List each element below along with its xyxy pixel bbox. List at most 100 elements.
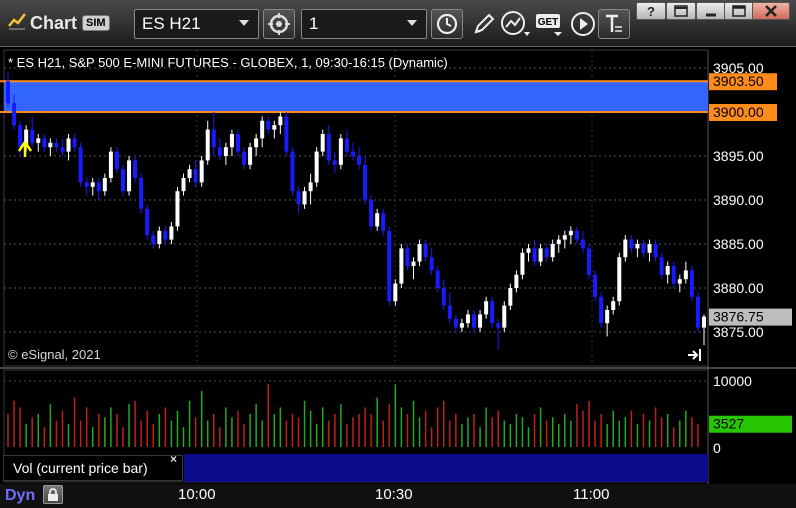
chevron-down-icon[interactable] — [238, 18, 250, 28]
candle-body — [641, 244, 646, 253]
candle-body — [199, 160, 204, 183]
candle-body — [302, 191, 307, 205]
candle-body — [193, 169, 198, 183]
candle-body — [139, 178, 144, 209]
candle-body — [12, 103, 17, 126]
candle-body — [290, 151, 295, 192]
candle — [599, 292, 604, 328]
candle-body — [30, 129, 35, 143]
get-data-button[interactable]: GET — [534, 9, 566, 39]
candle-body — [72, 138, 77, 148]
candle — [120, 164, 125, 196]
candle — [587, 244, 592, 280]
symbol-combobox[interactable]: ES H21 — [134, 9, 259, 39]
restore-button[interactable] — [666, 2, 696, 20]
candle-body — [223, 147, 228, 156]
candle-body — [629, 239, 634, 249]
time-label-1000: 10:00 — [178, 486, 216, 503]
candle-body — [695, 296, 700, 328]
minimize-button[interactable] — [696, 2, 726, 20]
candle — [689, 266, 694, 302]
copyright-label: © eSignal, 2021 — [8, 347, 101, 362]
candle-body — [350, 151, 355, 156]
candle-body — [314, 151, 319, 183]
candle-body — [369, 200, 374, 227]
link-crosshair-button[interactable] — [263, 9, 295, 39]
candle-body — [296, 191, 301, 205]
time-label-1030: 10:30 — [375, 486, 413, 503]
candle-body — [248, 147, 253, 165]
chevron-down-icon[interactable] — [406, 18, 418, 28]
candle-body — [338, 138, 343, 165]
drawing-tools-button[interactable] — [468, 9, 500, 39]
chart-area[interactable]: 3905.00 3895.00 3890.00 3885.00 3880.00 3875.… — [0, 47, 796, 484]
candle-body — [187, 169, 192, 178]
candle-body — [60, 147, 65, 152]
play-button[interactable] — [567, 9, 599, 39]
candle-body — [127, 160, 132, 192]
candle — [284, 112, 289, 156]
clock-icon — [436, 13, 458, 35]
chart-canvas[interactable]: 3905.003895.003890.003885.003880.003875.… — [0, 47, 796, 484]
interval-combobox[interactable]: 1 — [301, 9, 427, 39]
maximize-button[interactable] — [724, 2, 754, 20]
candle-body — [145, 208, 150, 236]
dynamic-mode-label[interactable]: Dyn — [5, 487, 35, 505]
candle-body — [453, 318, 458, 328]
candle-body — [580, 239, 585, 249]
candle-body — [211, 129, 216, 148]
candle-body — [532, 248, 537, 262]
candle-body — [242, 151, 247, 165]
volume-axis-label: 10000 — [713, 373, 752, 389]
candle — [502, 301, 507, 332]
close-study-icon[interactable]: × — [170, 452, 177, 466]
candle-body — [357, 156, 362, 165]
candle-body — [102, 178, 107, 192]
candle-body — [66, 138, 71, 152]
candle-body — [84, 182, 89, 187]
candle-body — [635, 244, 640, 249]
candle-body — [526, 248, 531, 253]
candle-body — [478, 314, 483, 328]
time-template-button[interactable] — [431, 9, 463, 39]
price-axis-label: 3890.00 — [713, 192, 764, 208]
candle — [593, 270, 598, 302]
candle-body — [133, 160, 138, 178]
symbol-header: * ES H21, S&P 500 E-MINI FUTURES - GLOBE… — [8, 55, 448, 70]
help-button[interactable]: ? — [636, 2, 666, 20]
candle-body — [381, 213, 386, 231]
candle — [139, 173, 144, 214]
studies-button[interactable] — [500, 9, 532, 39]
text-icon — [606, 14, 622, 32]
restore-icon — [674, 5, 688, 17]
title-bar: Chart SIM ES H21 1 GET ? — [0, 0, 796, 47]
interval-value: 1 — [309, 14, 319, 33]
candle-body — [205, 129, 210, 161]
line-price-tag-label: 3900.00 — [713, 104, 764, 120]
lock-button[interactable] — [43, 485, 63, 504]
candle-body — [18, 125, 23, 148]
candle-body — [683, 270, 688, 280]
candle — [387, 226, 392, 306]
candle-body — [96, 182, 101, 192]
candle-body — [181, 178, 186, 192]
close-icon — [765, 5, 777, 17]
volume-pane-label[interactable]: Vol (current price bar) — [3, 455, 183, 481]
close-button[interactable] — [752, 2, 790, 20]
price-axis-label: 3885.00 — [713, 236, 764, 252]
line-price-tag-label: 3903.50 — [713, 73, 764, 89]
candle-body — [217, 147, 222, 156]
play-icon — [571, 12, 595, 36]
candle-body — [405, 248, 410, 266]
studies-icon — [501, 11, 530, 36]
candle-body — [544, 248, 549, 258]
candle — [490, 296, 495, 328]
candle-body — [599, 296, 604, 324]
text-tool-button[interactable] — [598, 9, 630, 39]
candle-body — [472, 314, 477, 328]
candle — [175, 186, 180, 231]
lock-icon — [48, 487, 58, 501]
maximize-icon — [732, 5, 746, 17]
candle-body — [48, 142, 53, 148]
candle-body — [423, 244, 428, 258]
